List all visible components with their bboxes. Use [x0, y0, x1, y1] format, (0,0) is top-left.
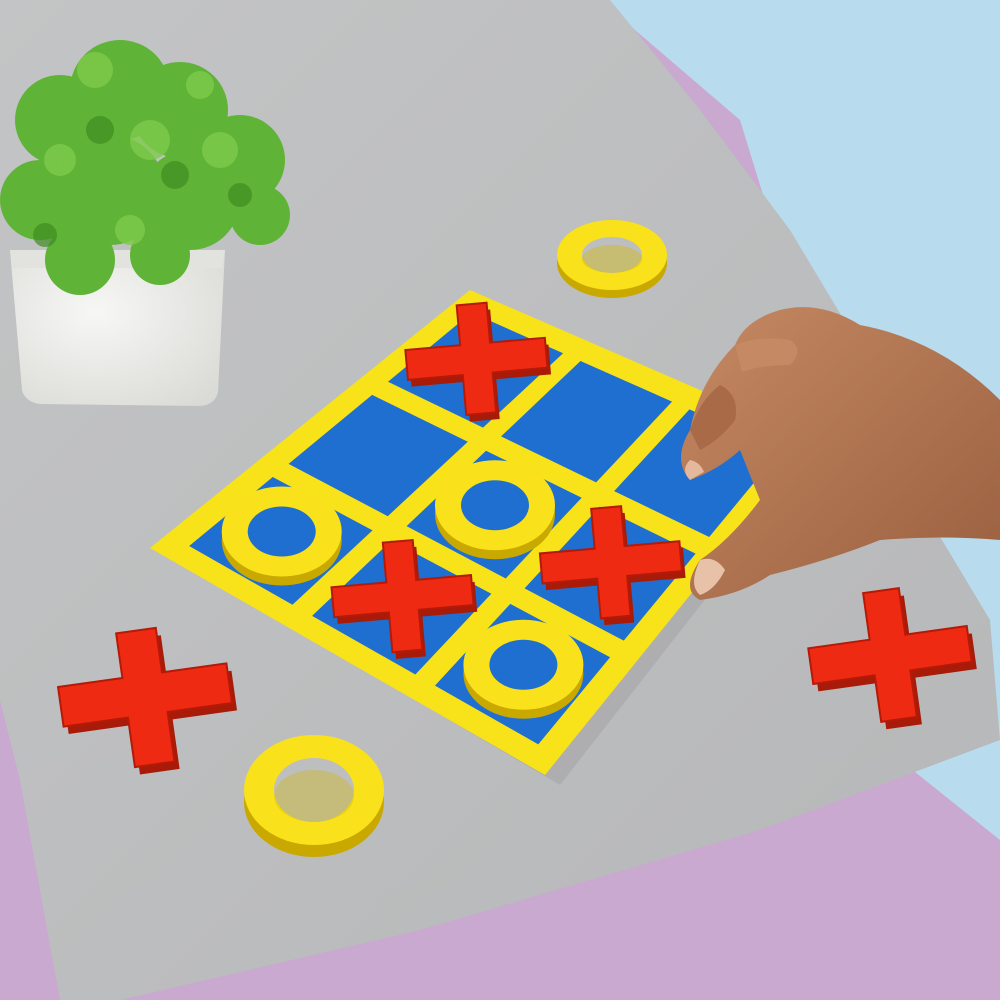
board-o-piece[interactable] [221, 486, 342, 586]
board-o-piece[interactable] [435, 460, 555, 560]
loose-o-piece[interactable] [244, 735, 384, 857]
board-o-piece[interactable] [463, 619, 584, 719]
loose-o-piece[interactable] [557, 220, 667, 298]
photo-scene [0, 0, 1000, 1000]
